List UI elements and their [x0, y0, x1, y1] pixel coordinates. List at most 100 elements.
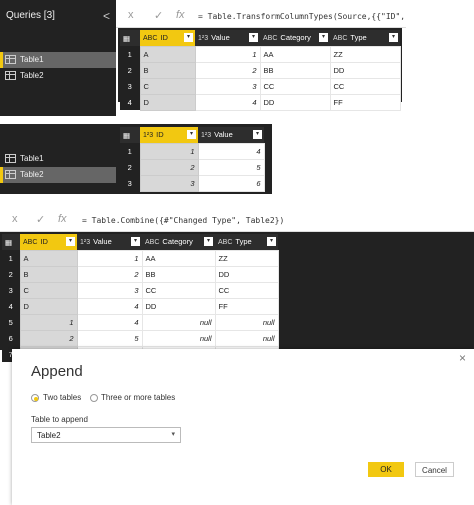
- column-header-id[interactable]: 1²3 ID ▾: [140, 127, 198, 143]
- cell[interactable]: 2: [76, 265, 143, 283]
- column-header-category[interactable]: ABC Category ▾: [260, 30, 330, 46]
- cell[interactable]: null: [214, 329, 279, 347]
- cell[interactable]: AA: [259, 45, 331, 63]
- dialog-title: Append: [31, 363, 83, 380]
- radio-two-tables[interactable]: [31, 394, 39, 402]
- table-row[interactable]: 3 3 6: [120, 174, 265, 192]
- table-row[interactable]: 1 A 1 AA ZZ: [2, 249, 279, 267]
- cell[interactable]: CC: [214, 281, 279, 299]
- cell[interactable]: D: [139, 93, 196, 111]
- table-row[interactable]: 3 C 3 CC CC: [2, 281, 279, 299]
- collapse-chevron-icon[interactable]: <: [103, 9, 110, 23]
- table-row[interactable]: 1 1 4: [120, 142, 265, 160]
- column-header-type[interactable]: ABC Type ▾: [215, 234, 278, 250]
- row-number: 4: [2, 298, 20, 314]
- cell[interactable]: BB: [259, 61, 331, 79]
- table-row[interactable]: 2 B 2 BB DD: [2, 265, 279, 283]
- query-item-label: Table1: [20, 55, 44, 64]
- cell[interactable]: 2: [139, 158, 199, 176]
- query-item-table2[interactable]: Table2: [0, 68, 116, 84]
- fx-icon[interactable]: fx: [58, 213, 67, 225]
- cell[interactable]: DD: [259, 93, 331, 111]
- cancel-icon[interactable]: x: [12, 213, 18, 225]
- radio-three-or-more[interactable]: [90, 394, 98, 402]
- cell[interactable]: CC: [259, 77, 331, 95]
- radio-two-tables-label[interactable]: Two tables: [43, 393, 81, 402]
- query-item-table1[interactable]: Table1: [0, 52, 116, 68]
- cell[interactable]: null: [214, 313, 279, 331]
- table-menu-icon[interactable]: ▦: [120, 127, 140, 143]
- column-header-id[interactable]: ABC ID ▾: [140, 30, 195, 46]
- cell[interactable]: 2: [19, 329, 78, 347]
- column-header-value[interactable]: 1²3 Value ▾: [77, 234, 142, 250]
- table-row[interactable]: 5 1 4 null null: [2, 313, 279, 331]
- cell[interactable]: A: [19, 249, 78, 267]
- cell[interactable]: FF: [329, 93, 401, 111]
- cell[interactable]: BB: [141, 265, 216, 283]
- cell[interactable]: 2: [194, 61, 261, 79]
- cell[interactable]: 4: [76, 297, 143, 315]
- table-row[interactable]: 4 D 4 DD FF: [2, 297, 279, 315]
- cell[interactable]: 5: [76, 329, 143, 347]
- cell[interactable]: null: [141, 329, 216, 347]
- table-row[interactable]: 2 B 2 BB DD: [120, 61, 401, 79]
- cell[interactable]: 3: [194, 77, 261, 95]
- formula-text[interactable]: = Table.Combine({#"Changed Type", Table2…: [82, 216, 462, 225]
- cell[interactable]: 6: [197, 174, 265, 192]
- cell[interactable]: 4: [197, 142, 265, 160]
- close-icon[interactable]: ×: [459, 351, 466, 365]
- ok-button[interactable]: OK: [368, 462, 404, 477]
- check-icon[interactable]: ✓: [154, 9, 163, 22]
- cell[interactable]: B: [139, 61, 196, 79]
- cell[interactable]: 3: [139, 174, 199, 192]
- query-item-table1[interactable]: Table1: [0, 151, 116, 167]
- table-row[interactable]: 4 D 4 DD FF: [120, 93, 401, 111]
- fx-icon[interactable]: fx: [176, 9, 185, 21]
- row-number: 1: [120, 143, 140, 159]
- table-icon: [5, 154, 16, 163]
- cell[interactable]: B: [19, 265, 78, 283]
- cell[interactable]: D: [19, 297, 78, 315]
- cancel-icon[interactable]: x: [128, 9, 134, 21]
- cell[interactable]: CC: [141, 281, 216, 299]
- cell[interactable]: null: [141, 313, 216, 331]
- radio-three-or-more-label[interactable]: Three or more tables: [101, 393, 175, 402]
- check-icon[interactable]: ✓: [36, 213, 45, 226]
- cell[interactable]: 5: [197, 158, 265, 176]
- cell[interactable]: AA: [141, 249, 216, 267]
- table-menu-icon[interactable]: ▦: [2, 234, 20, 250]
- cell[interactable]: C: [139, 77, 196, 95]
- cell[interactable]: CC: [329, 77, 401, 95]
- cell[interactable]: 1: [139, 142, 199, 160]
- table-menu-icon[interactable]: ▦: [120, 30, 140, 46]
- cell[interactable]: C: [19, 281, 78, 299]
- column-header-type[interactable]: ABC Type ▾: [330, 30, 400, 46]
- cell[interactable]: A: [139, 45, 196, 63]
- cell[interactable]: FF: [214, 297, 279, 315]
- cell[interactable]: DD: [141, 297, 216, 315]
- row-number: 3: [120, 78, 140, 94]
- cell[interactable]: ZZ: [329, 45, 401, 63]
- column-header-category[interactable]: ABC Category ▾: [142, 234, 215, 250]
- selection-indicator: [0, 167, 3, 183]
- table-row[interactable]: 1 A 1 AA ZZ: [120, 45, 401, 63]
- table-row[interactable]: 3 C 3 CC CC: [120, 77, 401, 95]
- cell[interactable]: 3: [76, 281, 143, 299]
- query-item-table2[interactable]: Table2: [0, 167, 116, 183]
- cell[interactable]: 1: [194, 45, 261, 63]
- cell[interactable]: DD: [329, 61, 401, 79]
- cell[interactable]: ZZ: [214, 249, 279, 267]
- table-to-append-select[interactable]: Table2 ▾: [31, 427, 181, 443]
- cell[interactable]: DD: [214, 265, 279, 283]
- cell[interactable]: 1: [19, 313, 78, 331]
- column-header-value[interactable]: 1²3 Value ▾: [198, 127, 264, 143]
- cell[interactable]: 4: [76, 313, 143, 331]
- formula-text[interactable]: = Table.TransformColumnTypes(Source,{{"I…: [198, 12, 406, 21]
- column-header-value[interactable]: 1²3 Value ▾: [195, 30, 260, 46]
- table-row[interactable]: 2 2 5: [120, 158, 265, 176]
- cancel-button[interactable]: Cancel: [415, 462, 454, 477]
- column-header-id[interactable]: ABC ID ▾: [20, 234, 77, 250]
- cell[interactable]: 4: [194, 93, 261, 111]
- cell[interactable]: 1: [76, 249, 143, 267]
- table-row[interactable]: 6 2 5 null null: [2, 329, 279, 347]
